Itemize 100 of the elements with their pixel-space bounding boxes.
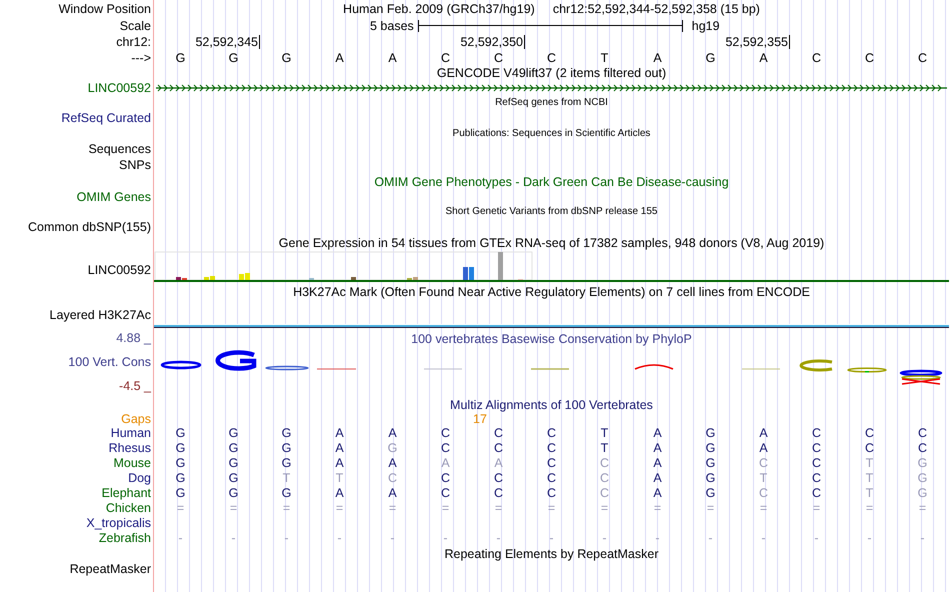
alignment-base: = [866, 500, 874, 514]
alignment-base: = [706, 500, 714, 514]
alignment-base: G [706, 440, 716, 454]
alignment-base: C [440, 470, 450, 484]
alignment-base: = [388, 500, 396, 514]
axis-min-label: -4.5 _ [119, 379, 151, 393]
alignment-base: = [494, 500, 502, 514]
track-label: Layered H3K27Ac [50, 308, 151, 322]
track-title: Multiz Alignments of 100 Vertebrates [450, 398, 653, 412]
alignment-base: - [443, 530, 448, 544]
alignment-base: A [388, 486, 397, 500]
position-range: chr12:52,592,344-52,592,358 (15 bp) [552, 2, 760, 16]
alignment-base: G [176, 486, 186, 500]
alignment-base: T [866, 470, 874, 484]
alignment-base: G [706, 426, 716, 440]
sequence-base: G [228, 50, 238, 64]
alignment-base: C [812, 426, 822, 440]
alignment-base: C [864, 440, 874, 454]
alignment-base: C [546, 440, 556, 454]
alignment-base: A [388, 426, 397, 440]
sequence-base: A [653, 50, 662, 64]
track-title: H3K27Ac Mark (Often Found Near Active Regulatory Elements) on 7 cell lines from ENCODE [293, 285, 810, 299]
track-label: SNPs [119, 158, 151, 172]
alignment-base: - [284, 530, 289, 544]
alignment-base: - [920, 530, 925, 544]
alignment-base: G [706, 456, 716, 470]
alignment-base: G [918, 486, 928, 500]
alignment-base: C [494, 426, 504, 440]
alignment-base: C [546, 486, 556, 500]
alignment-base: G [176, 470, 186, 484]
sequence-base: C [494, 50, 504, 64]
alignment-base: C [812, 486, 822, 500]
sequence-base: G [176, 50, 186, 64]
track-label: Common dbSNP(155) [28, 220, 151, 234]
track-title: Short Genetic Variants from dbSNP release 155 [446, 204, 658, 218]
alignment-base: = [760, 500, 768, 514]
scale-span: 5 bases [370, 18, 414, 32]
alignment-base: G [282, 486, 292, 500]
species-label: Elephant [102, 486, 151, 500]
alignment-base: G [176, 426, 186, 440]
alignment-base: G [176, 456, 186, 470]
sequence-base: C [546, 50, 556, 64]
sequence-base: G [282, 50, 292, 64]
alignment-base: C [864, 426, 874, 440]
alignment-base: A [441, 456, 450, 470]
alignment-base: - [655, 530, 660, 544]
alignment-base: - [231, 530, 236, 544]
alignment-base: = [812, 500, 820, 514]
species-label: Zebrafish [98, 530, 151, 544]
alignment-base: = [282, 500, 290, 514]
alignment-base: C [494, 486, 504, 500]
alignment-base: A [494, 456, 503, 470]
species-label: Chicken [106, 500, 151, 514]
alignment-base: A [653, 486, 662, 500]
track-label: RepeatMasker [70, 562, 151, 576]
alignment-base: T [760, 470, 768, 484]
alignment-base: = [600, 500, 608, 514]
alignment-base: - [337, 530, 342, 544]
track-label: Gaps [121, 412, 151, 426]
alignment-base: A [653, 440, 662, 454]
row-label: chr12: [116, 35, 151, 49]
alignment-base: G [228, 426, 238, 440]
alignment-base: C [918, 426, 928, 440]
alignment-base: G [228, 456, 238, 470]
alignment-base: G [282, 456, 292, 470]
sequence-base: A [388, 50, 397, 64]
alignment-base: C [600, 456, 610, 470]
sequence-base: C [812, 50, 822, 64]
alignment-base: A [335, 440, 344, 454]
alignment-base: C [440, 440, 450, 454]
alignment-base: C [494, 440, 504, 454]
track-title: Repeating Elements by RepeatMasker [444, 546, 658, 560]
species-label: Human [110, 426, 151, 440]
sequence-base: C [918, 50, 928, 64]
ruler-tick: 52,592,355 [725, 35, 790, 49]
sequence-base: T [600, 50, 608, 64]
alignment-base: = [918, 500, 926, 514]
alignment-base: - [549, 530, 554, 544]
alignment-base: G [706, 470, 716, 484]
alignment-base: C [918, 440, 928, 454]
track-title: Publications: Sequences in Scientific Articles [452, 126, 650, 140]
track-title: Gene Expression in 54 tissues from GTEx RNA-seq of 17382 samples, 948 donors (V8, Aug 2019) [278, 236, 824, 250]
track-label: LINC00592 [88, 81, 151, 95]
alignment-base: G [228, 486, 238, 500]
alignment-base: - [390, 530, 395, 544]
alignment-base: T [866, 456, 874, 470]
alignment-base: C [388, 470, 398, 484]
alignment-base: G [176, 440, 186, 454]
species-label: Mouse [113, 456, 151, 470]
alignment-base: C [758, 486, 768, 500]
alignment-base: - [761, 530, 766, 544]
alignment-base: C [812, 440, 822, 454]
alignment-base: A [653, 470, 662, 484]
alignment-base: A [388, 456, 397, 470]
row-label: Window Position [58, 2, 151, 16]
track-title: GENCODE V49lift37 (2 items filtered out) [436, 66, 666, 80]
alignment-base: C [812, 456, 822, 470]
alignment-base: T [866, 486, 874, 500]
assembly-name: Human Feb. 2009 (GRCh37/hg19) [343, 2, 535, 16]
alignment-base: A [335, 486, 344, 500]
